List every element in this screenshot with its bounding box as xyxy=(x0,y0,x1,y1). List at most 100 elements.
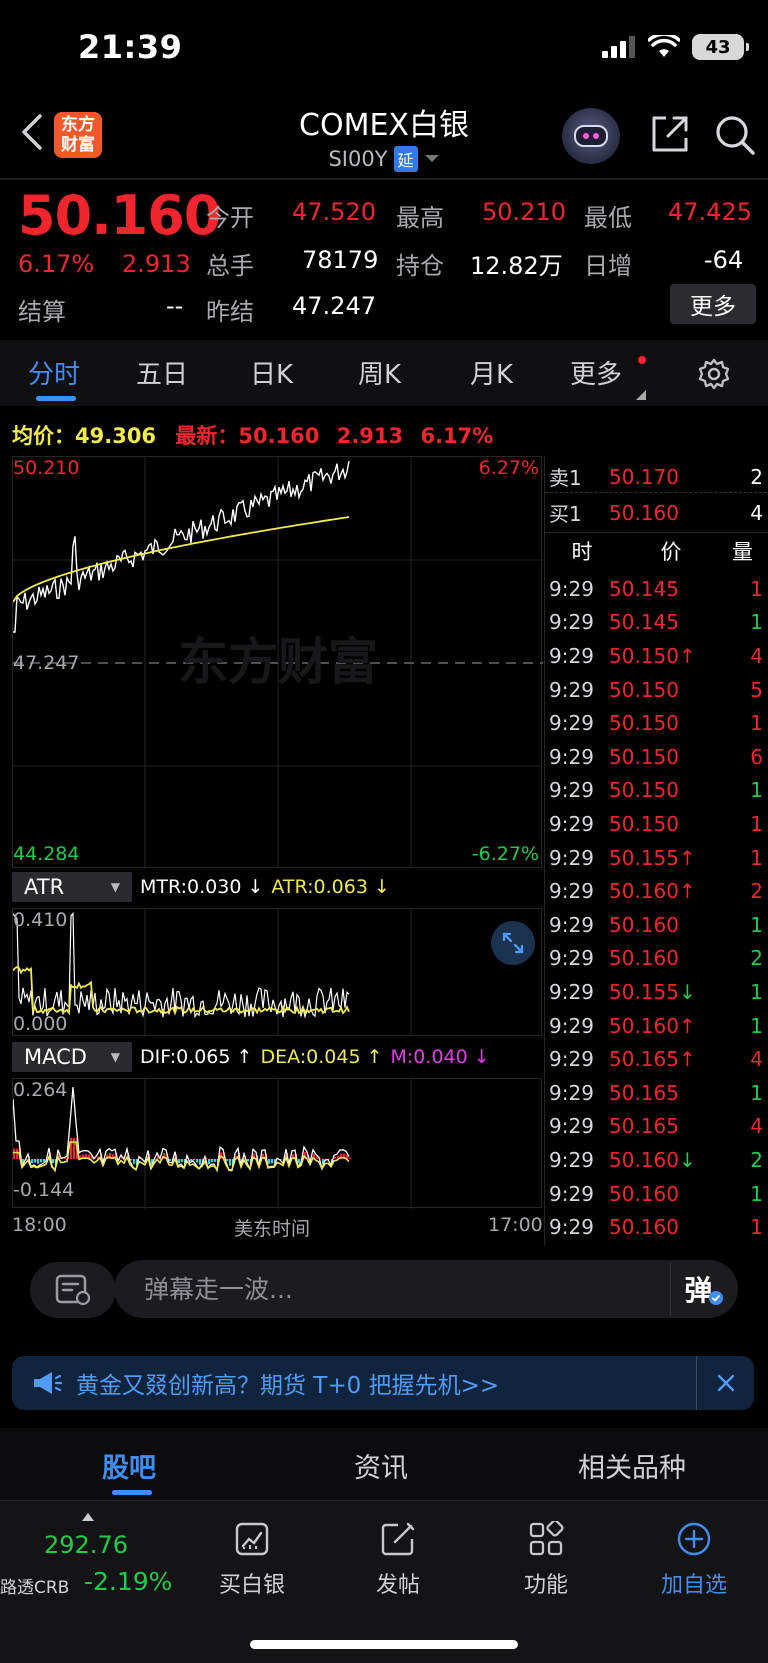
atr-top-value: 0.410 xyxy=(13,909,68,931)
tick-price: 50.160↓ xyxy=(609,1147,696,1172)
low-label: 最低 xyxy=(584,204,632,232)
tick-row: 9:29 50.160 1 xyxy=(545,908,767,942)
megaphone-icon xyxy=(34,1372,62,1394)
tick-row: 9:29 50.160 1 xyxy=(545,1210,767,1244)
buy-silver-button[interactable]: 买白银 xyxy=(192,1521,312,1599)
tick-price: 50.145 xyxy=(609,576,679,601)
intraday-chart[interactable]: 东方财富 50.210 6.27% 47.247 44.284 -6.27% xyxy=(12,456,543,869)
macd-bar xyxy=(73,1138,76,1159)
assistant-robot-button[interactable] xyxy=(562,108,620,164)
tick-time: 9:29 xyxy=(549,1013,594,1038)
tick-time: 9:29 xyxy=(549,778,594,803)
prev-settle-label: 昨结 xyxy=(206,298,254,326)
macd-indicator-selector[interactable]: MACD ▼ xyxy=(12,1042,132,1072)
tab-intraday[interactable]: 分时 xyxy=(28,354,80,391)
danmaku-input[interactable] xyxy=(114,1260,738,1318)
tick-time: 9:29 xyxy=(549,1114,594,1139)
tab-news[interactable]: 资讯 xyxy=(354,1446,408,1485)
tick-price: 50.165 xyxy=(609,1114,679,1139)
intraday-info-line: 均价：49.306 最新：50.160 2.913 6.17% xyxy=(12,420,493,450)
tick-volume: 1 xyxy=(750,1013,763,1038)
chevron-down-icon xyxy=(424,155,439,162)
fullscreen-button[interactable] xyxy=(491,921,535,965)
tab-five-day[interactable]: 五日 xyxy=(136,354,188,391)
close-icon xyxy=(717,1374,734,1392)
add-watchlist-button[interactable]: 加自选 xyxy=(634,1521,754,1599)
tab-more[interactable]: 更多 xyxy=(570,354,622,391)
functions-button[interactable]: 功能 xyxy=(486,1521,606,1599)
atr-mtr: MTR:0.030 ↓ xyxy=(140,876,264,898)
promo-text[interactable]: 黄金又叕创新高？期货 T+0 把握先机>> xyxy=(76,1366,499,1400)
tick-time: 9:29 xyxy=(549,744,594,769)
info-change: 2.913 xyxy=(336,424,404,448)
position-value: 12.82万 xyxy=(470,252,563,280)
tick-row: 9:29 50.160 1 xyxy=(545,1177,767,1211)
tab-monthly-k[interactable]: 月K xyxy=(470,354,513,391)
crb-label: 路透CRB xyxy=(0,1578,70,1598)
position-label: 持仓 xyxy=(396,252,444,280)
tick-volume: 2 xyxy=(750,879,763,904)
tick-price: 50.155↓ xyxy=(609,979,696,1004)
tab-related[interactable]: 相关品种 xyxy=(578,1446,686,1485)
tick-time: 9:29 xyxy=(549,1047,594,1072)
tick-time: 9:29 xyxy=(549,811,594,836)
tick-volume: 4 xyxy=(750,643,763,668)
tab-forum[interactable]: 股吧 xyxy=(102,1446,156,1485)
macd-bar xyxy=(349,1157,352,1159)
atr-legend: ATR ▼ MTR:0.030 ↓ ATR:0.063 ↓ xyxy=(12,872,390,902)
chart-mid-value: 47.247 xyxy=(13,652,80,674)
tick-price: 50.150 xyxy=(609,711,679,736)
macd-bar xyxy=(31,1159,34,1164)
tick-price: 50.160 xyxy=(609,912,679,937)
more-button[interactable]: 更多 xyxy=(670,284,756,324)
time-axis-end: 17:00 xyxy=(488,1214,543,1236)
macd-bar xyxy=(169,1159,172,1161)
atr-chart[interactable]: 0.410 0.000 xyxy=(12,908,542,1037)
post-button[interactable]: 发帖 xyxy=(338,1521,458,1599)
tick-volume: 1 xyxy=(750,811,763,836)
macd-chart[interactable]: 0.264 -0.144 xyxy=(12,1078,542,1209)
macd-bar xyxy=(247,1159,250,1162)
macd-bar xyxy=(34,1159,37,1163)
tick-volume: 1 xyxy=(750,1181,763,1206)
tick-row: 9:29 50.150 1 xyxy=(545,807,767,841)
tick-time: 9:29 xyxy=(549,946,594,971)
bottom-action-bar: 292.76 路透CRB -2.19% 买白银 发帖 功能 加自选 xyxy=(0,1500,768,1663)
tick-row: 9:29 50.145 1 xyxy=(545,572,767,606)
chart-bottom-value: 44.284 xyxy=(13,843,80,865)
tick-row: 9:29 50.150 1 xyxy=(545,706,767,740)
tick-volume: 1 xyxy=(750,979,763,1004)
order-book: 卖1 50.170 2 买1 50.160 4 时 价 量 9:29 50.145… xyxy=(544,456,768,1246)
chart-bottom-pct: -6.27% xyxy=(471,843,539,865)
macd-bar xyxy=(298,1159,301,1164)
tick-time: 9:29 xyxy=(549,1147,594,1172)
atr-atr: ATR:0.063 ↓ xyxy=(271,876,390,898)
tick-time: 9:29 xyxy=(549,1181,594,1206)
chart-tabs: 分时 五日 日K 周K 月K 更多 xyxy=(0,340,768,406)
promo-banner[interactable]: 黄金又叕创新高？期货 T+0 把握先机>> xyxy=(12,1356,754,1410)
avg-value: 49.306 xyxy=(75,424,157,448)
danmaku-toggle-button[interactable] xyxy=(30,1262,116,1318)
tick-volume: 1 xyxy=(750,1215,763,1240)
tab-daily-k[interactable]: 日K xyxy=(250,354,293,391)
notification-dot xyxy=(638,356,646,364)
tab-weekly-k[interactable]: 周K xyxy=(358,354,401,391)
danmaku-send-button[interactable]: 弹 xyxy=(670,1262,736,1316)
prev-settle-value: 47.247 xyxy=(292,292,376,320)
daily-inc-label: 日增 xyxy=(584,252,632,280)
promo-close-button[interactable] xyxy=(696,1356,754,1410)
intraday-chart-svg: 东方财富 xyxy=(13,457,543,869)
robot-icon xyxy=(574,125,608,147)
ask-row: 卖1 50.170 2 xyxy=(549,464,763,491)
share-icon[interactable] xyxy=(650,114,690,154)
macd-bar xyxy=(40,1159,43,1163)
tick-volume: 1 xyxy=(750,1080,763,1105)
chart-top-value: 50.210 xyxy=(13,457,80,479)
settings-gear-icon[interactable] xyxy=(698,358,730,390)
latest-value: 50.160 xyxy=(238,424,320,448)
search-icon[interactable] xyxy=(714,114,756,156)
header-divider xyxy=(0,178,768,180)
macd-bar xyxy=(64,1158,67,1159)
macd-bar xyxy=(196,1159,199,1163)
atr-indicator-selector[interactable]: ATR ▼ xyxy=(12,872,132,902)
